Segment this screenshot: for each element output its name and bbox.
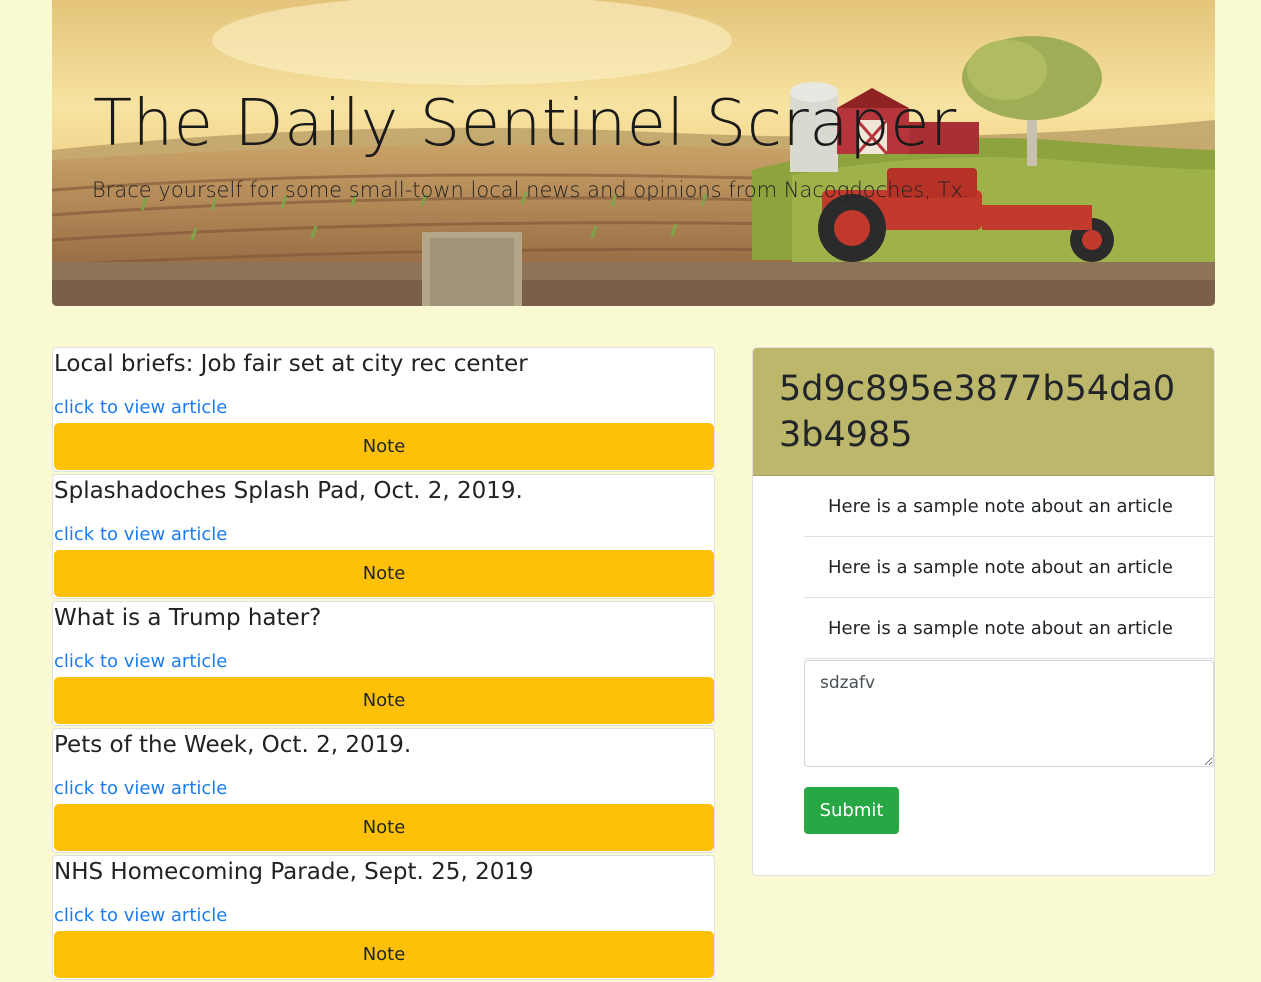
article-title: Splashadoches Splash Pad, Oct. 2, 2019. <box>54 478 523 504</box>
view-article-link[interactable]: click to view article <box>54 904 227 928</box>
note-button[interactable]: Note <box>54 677 714 724</box>
view-article-link[interactable]: click to view article <box>54 523 227 547</box>
note-textarea[interactable]: sdzafv <box>804 660 1214 767</box>
note-button[interactable]: Note <box>54 423 714 470</box>
article-list: Local briefs: Job fair set at city rec c… <box>52 347 715 982</box>
jumbotron: The Daily Sentinel Scraper Brace yoursel… <box>52 0 1215 306</box>
article-card: Pets of the Week, Oct. 2, 2019. click to… <box>52 728 715 853</box>
note-item: Here is a sample note about an article <box>804 476 1214 537</box>
view-article-link[interactable]: click to view article <box>54 777 227 801</box>
note-button[interactable]: Note <box>54 804 714 851</box>
view-article-link[interactable]: click to view article <box>54 650 227 674</box>
article-title: NHS Homecoming Parade, Sept. 25, 2019 <box>54 859 534 885</box>
article-card: NHS Homecoming Parade, Sept. 25, 2019 cl… <box>52 855 715 980</box>
submit-button[interactable]: Submit <box>804 787 899 834</box>
page-subtitle: Brace yourself for some small-town local… <box>92 178 970 202</box>
article-title: What is a Trump hater? <box>54 605 322 631</box>
note-list: Here is a sample note about an article H… <box>804 476 1214 659</box>
article-id-heading: 5d9c895e3877b54da03b4985 <box>779 369 1176 455</box>
note-button[interactable]: Note <box>54 931 714 978</box>
notes-panel: 5d9c895e3877b54da03b4985 Here is a sampl… <box>752 347 1215 876</box>
page-title: The Daily Sentinel Scraper <box>93 87 957 161</box>
article-card: What is a Trump hater? click to view art… <box>52 601 715 726</box>
note-item: Here is a sample note about an article <box>804 598 1214 659</box>
article-title: Local briefs: Job fair set at city rec c… <box>54 351 528 377</box>
view-article-link[interactable]: click to view article <box>54 396 227 420</box>
article-title: Pets of the Week, Oct. 2, 2019. <box>54 732 412 758</box>
note-button[interactable]: Note <box>54 550 714 597</box>
note-item: Here is a sample note about an article <box>804 537 1214 598</box>
article-card: Local briefs: Job fair set at city rec c… <box>52 347 715 472</box>
article-card: Splashadoches Splash Pad, Oct. 2, 2019. … <box>52 474 715 599</box>
notes-header: 5d9c895e3877b54da03b4985 <box>753 348 1214 476</box>
